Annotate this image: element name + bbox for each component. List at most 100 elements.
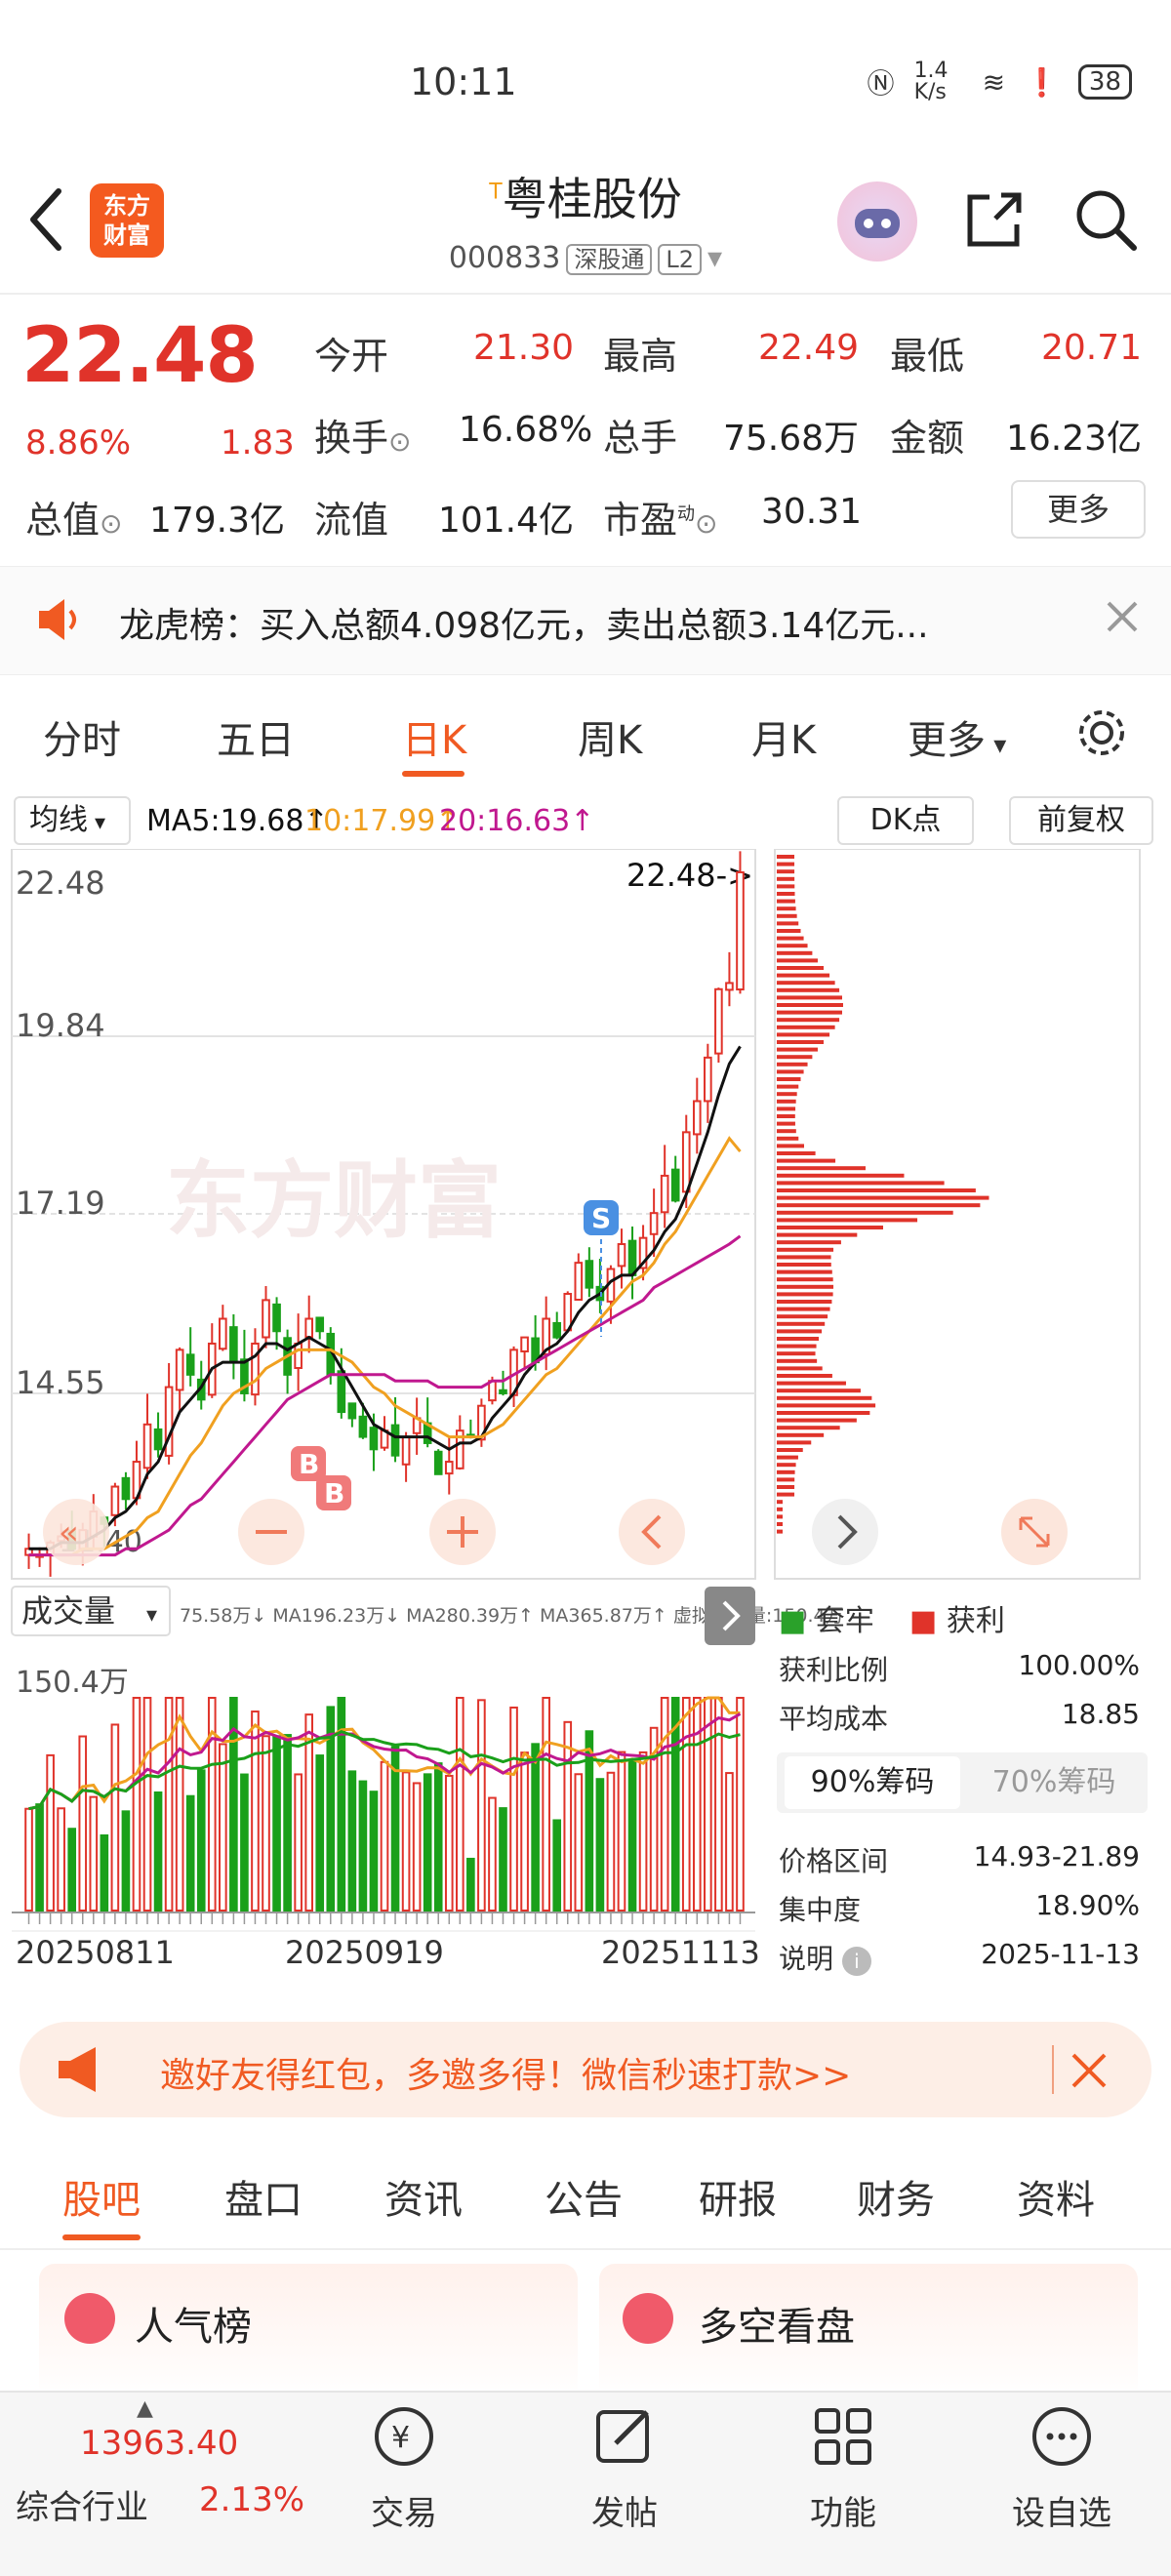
gear-icon[interactable] <box>1073 704 1130 761</box>
chip-bar <box>777 1166 866 1171</box>
chip-bar <box>777 869 795 874</box>
chip-bar <box>777 1344 817 1348</box>
nav-watchlist[interactable]: 设自选 <box>993 2400 1130 2534</box>
chip-bar <box>777 1099 796 1104</box>
info-icon[interactable]: ⊙ <box>388 425 411 458</box>
nav-trade[interactable]: ¥ 交易 <box>336 2400 472 2534</box>
chip-bar <box>777 1269 832 1274</box>
share-icon[interactable] <box>960 185 1029 254</box>
dk-point-dropdown[interactable]: DK点 <box>837 796 974 845</box>
zoom-in-button[interactable] <box>429 1499 496 1565</box>
close-icon[interactable] <box>1070 2051 1109 2090</box>
announcement-text[interactable]: 龙虎榜：买入总额4.098亿元，卖出总额3.14亿元... <box>119 597 929 648</box>
legend-profit: ■ 获利 <box>909 1604 1005 1638</box>
search-icon[interactable] <box>1071 185 1140 254</box>
promo-text[interactable]: 邀好友得红包，多邀多得！微信秒速打款>> <box>160 2047 851 2098</box>
speaker-icon <box>39 599 76 640</box>
candle <box>110 1485 120 1516</box>
volume-bar <box>509 1706 518 1912</box>
expand-icon[interactable] <box>1001 1499 1068 1565</box>
tab-weekly-k[interactable]: 周K <box>578 708 642 765</box>
low-value: 20.71 <box>1040 328 1142 368</box>
scroll-left-button[interactable] <box>619 1499 685 1565</box>
chip-bar <box>777 1284 834 1289</box>
chip-bar <box>777 944 808 948</box>
buy-signal-2-label: B <box>324 1477 344 1509</box>
amount-value: 16.23亿 <box>1005 419 1142 459</box>
forward-adjust-button[interactable]: 前复权 <box>1009 796 1153 845</box>
tab-news[interactable]: 资讯 <box>384 2168 463 2225</box>
close-icon[interactable] <box>1103 597 1142 636</box>
y-label-4: 14.55 <box>16 1364 105 1401</box>
tab-finance[interactable]: 财务 <box>857 2168 935 2225</box>
bull-bear-card[interactable] <box>599 2264 1138 2400</box>
chip-bar <box>777 899 795 904</box>
volume-bar <box>358 1780 368 1912</box>
index-value[interactable]: 13963.40 <box>80 2424 238 2463</box>
scroll-left-fast-button[interactable]: « <box>43 1499 109 1565</box>
chip-bar <box>777 1351 816 1356</box>
candle <box>704 1056 712 1103</box>
chip-bar <box>777 1032 830 1037</box>
y-label-3: 17.19 <box>16 1185 105 1222</box>
kline-chart[interactable]: 东方财富 22.48 19.84 17.19 14.55 11.40 22.48… <box>0 849 1171 2000</box>
volume-bar <box>153 1791 163 1912</box>
chevron-down-icon[interactable]: ▾ <box>707 241 722 275</box>
tab-research[interactable]: 研报 <box>699 2168 777 2225</box>
volume-bar <box>531 1743 540 1912</box>
market-cap-value: 179.3亿 <box>148 501 285 541</box>
candle <box>520 1336 529 1352</box>
price-range-value: 14.93-21.89 <box>973 1840 1140 1872</box>
sector-name[interactable]: 综合行业 <box>16 2480 148 2528</box>
chip-bar <box>777 973 830 978</box>
candle <box>499 1389 507 1394</box>
tab-guba[interactable]: 股吧 <box>62 2168 141 2225</box>
chip-bar <box>777 1507 783 1511</box>
more-quote-button[interactable]: 更多 <box>1011 480 1146 539</box>
volume-bar <box>262 1735 270 1912</box>
assistant-robot-icon[interactable] <box>837 181 917 262</box>
volume-bar <box>412 1782 422 1912</box>
high-label: 最高 <box>603 335 678 378</box>
avg-cost-label: 平均成本 <box>779 1703 889 1735</box>
candle <box>401 1435 411 1466</box>
nav-post[interactable]: 发帖 <box>556 2400 693 2534</box>
tab-monthly-k[interactable]: 月K <box>751 708 816 765</box>
popularity-card[interactable] <box>39 2264 578 2400</box>
zoom-out-button[interactable] <box>238 1499 304 1565</box>
chip-bar <box>777 1314 828 1319</box>
tab-intraday[interactable]: 分时 <box>43 708 121 765</box>
chip-bar <box>777 1055 813 1060</box>
info-icon[interactable]: i <box>841 1947 871 1976</box>
ma-dropdown[interactable]: 均线 ▾ <box>14 796 131 845</box>
chip-bar <box>777 1337 820 1341</box>
last-price-label: 22.48-> <box>626 857 753 894</box>
scroll-right-button[interactable] <box>812 1499 878 1565</box>
tab-chip-70[interactable]: 70%筹码 <box>966 1756 1142 1809</box>
tab-five-day[interactable]: 五日 <box>217 708 295 765</box>
tab-pankou[interactable]: 盘口 <box>224 2168 303 2225</box>
chevron-up-icon[interactable]: ▲ <box>137 2396 153 2421</box>
chip-bar <box>777 1492 795 1497</box>
volume-bar <box>563 1720 573 1912</box>
tab-profile[interactable]: 资料 <box>1017 2168 1095 2225</box>
battery-indicator: 38 <box>1077 64 1132 100</box>
info-icon[interactable]: ⊙ <box>100 507 122 540</box>
grid-icon <box>815 2408 871 2465</box>
amount-label: 金额 <box>890 417 965 460</box>
volume-bar <box>100 1833 109 1912</box>
chip-bar <box>777 1485 795 1489</box>
tab-more[interactable]: 更多 ▾ <box>908 708 1006 765</box>
high-value: 22.49 <box>757 328 859 368</box>
collapse-panel-button[interactable] <box>705 1587 755 1645</box>
tab-daily-k[interactable]: 日K <box>402 708 466 765</box>
open-label: 今开 <box>314 335 389 378</box>
chip-bar <box>777 1455 798 1460</box>
tab-chip-90[interactable]: 90%筹码 <box>785 1756 960 1809</box>
info-icon[interactable]: ⊙ <box>695 507 717 540</box>
chip-bar <box>777 1003 843 1007</box>
nfc-icon: Ⓝ <box>867 67 895 100</box>
tab-announcements[interactable]: 公告 <box>545 2168 623 2225</box>
chip-bar <box>777 1188 976 1192</box>
nav-functions[interactable]: 功能 <box>775 2400 911 2534</box>
